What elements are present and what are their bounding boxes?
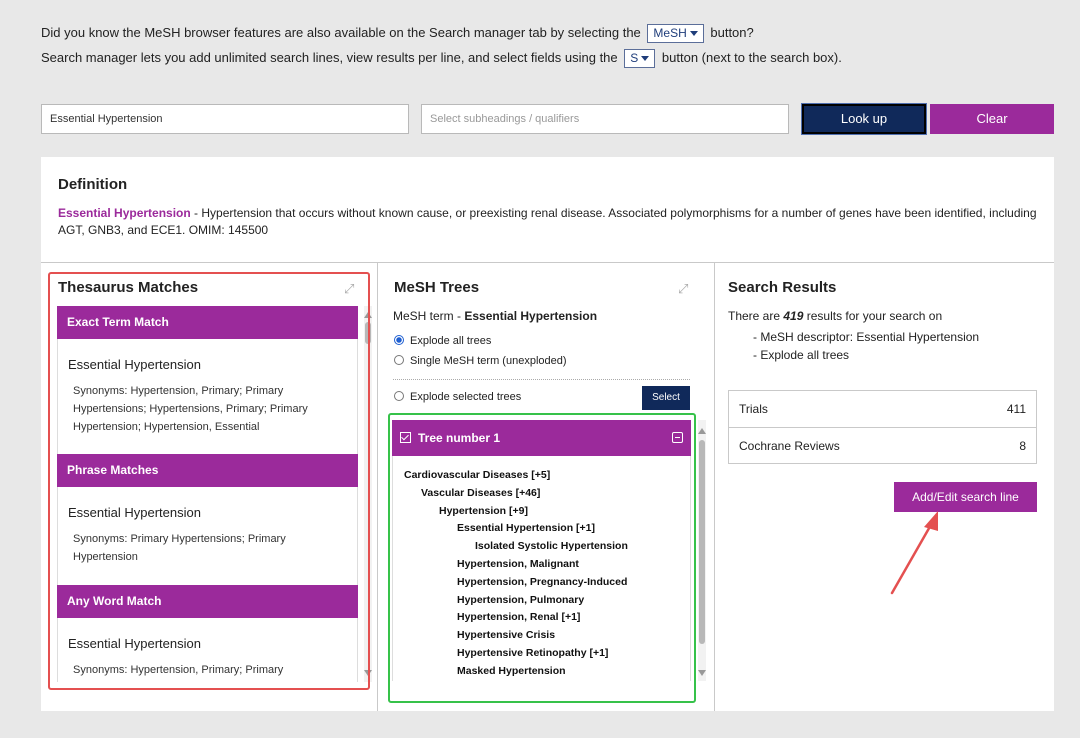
look-up-button[interactable]: Look up [801, 103, 927, 135]
chevron-down-icon [641, 56, 650, 62]
dotted-divider [393, 379, 690, 380]
chevron-down-icon [689, 31, 698, 37]
scroll-up-icon[interactable] [698, 428, 706, 434]
tip-text: button? [710, 24, 754, 40]
s-inline-button[interactable]: S [624, 49, 656, 68]
scroll-down-icon[interactable] [698, 670, 706, 676]
highlight-box-red [48, 272, 370, 690]
radio-explode-selected[interactable]: Explode selected trees [394, 391, 521, 403]
radio-label: Single MeSH term (unexploded) [410, 355, 567, 367]
scroll-thumb[interactable] [699, 440, 705, 644]
definition-body: - Hypertension that occurs without known… [58, 206, 1037, 237]
mesh-term-prefix: MeSH term - [393, 309, 465, 323]
results-detail-explode: - Explode all trees [753, 348, 850, 362]
radio-checked-icon[interactable] [394, 335, 404, 345]
results-table: Trials 411 Cochrane Reviews 8 [728, 390, 1037, 464]
mesh-tip-line: Did you know the MeSH browser features a… [41, 24, 754, 43]
results-count: 419 [783, 309, 804, 323]
select-button[interactable]: Select [642, 386, 690, 410]
search-manager-tip-line: Search manager lets you add unlimited se… [41, 49, 842, 68]
mesh-inline-label: MeSH [653, 26, 687, 40]
mesh-inline-button[interactable]: MeSH [647, 24, 704, 43]
expand-icon[interactable]: ⤢ [678, 281, 688, 297]
summary-suffix: results for your search on [803, 309, 943, 323]
summary-prefix: There are [728, 309, 784, 323]
results-row-trials[interactable]: Trials 411 [729, 391, 1036, 427]
s-inline-label: S [630, 51, 639, 65]
radio-icon[interactable] [394, 355, 404, 365]
row-label: Trials [739, 402, 768, 416]
qualifier-input[interactable]: Select subheadings / qualifiers [421, 104, 789, 134]
mesh-term-label: MeSH term - Essential Hypertension [393, 309, 597, 323]
radio-single-term[interactable]: Single MeSH term (unexploded) [394, 355, 567, 367]
divider [41, 262, 1054, 263]
tip-text: Did you know the MeSH browser features a… [41, 24, 641, 40]
results-row-cochrane[interactable]: Cochrane Reviews 8 [729, 427, 1036, 463]
tip-text: Search manager lets you add unlimited se… [41, 49, 618, 65]
clear-button[interactable]: Clear [930, 104, 1054, 134]
tip-text: button (next to the search box). [661, 49, 842, 65]
radio-label: Explode selected trees [410, 391, 522, 403]
results-detail-descriptor: - MeSH descriptor: Essential Hypertensio… [753, 330, 980, 344]
definition-text: Essential Hypertension - Hypertension th… [58, 205, 1043, 239]
mesh-trees-title: MeSH Trees [394, 279, 480, 296]
row-label: Cochrane Reviews [739, 439, 840, 453]
annotation-arrow-icon [890, 511, 938, 595]
radio-explode-all[interactable]: Explode all trees [394, 335, 491, 347]
divider [714, 263, 715, 711]
highlight-box-green [388, 413, 696, 703]
divider [377, 263, 378, 711]
mesh-term-input[interactable]: Essential Hypertension [41, 104, 409, 134]
radio-label: Explode all trees [410, 335, 492, 347]
mesh-term-value: Essential Hypertension [464, 309, 598, 323]
row-count: 411 [1006, 402, 1026, 416]
row-count: 8 [1019, 439, 1026, 453]
radio-icon[interactable] [394, 391, 404, 401]
results-summary: There are 419 results for your search on [728, 309, 942, 323]
definition-term: Essential Hypertension [58, 206, 191, 220]
definition-title: Definition [58, 176, 128, 193]
search-results-title: Search Results [728, 279, 837, 296]
